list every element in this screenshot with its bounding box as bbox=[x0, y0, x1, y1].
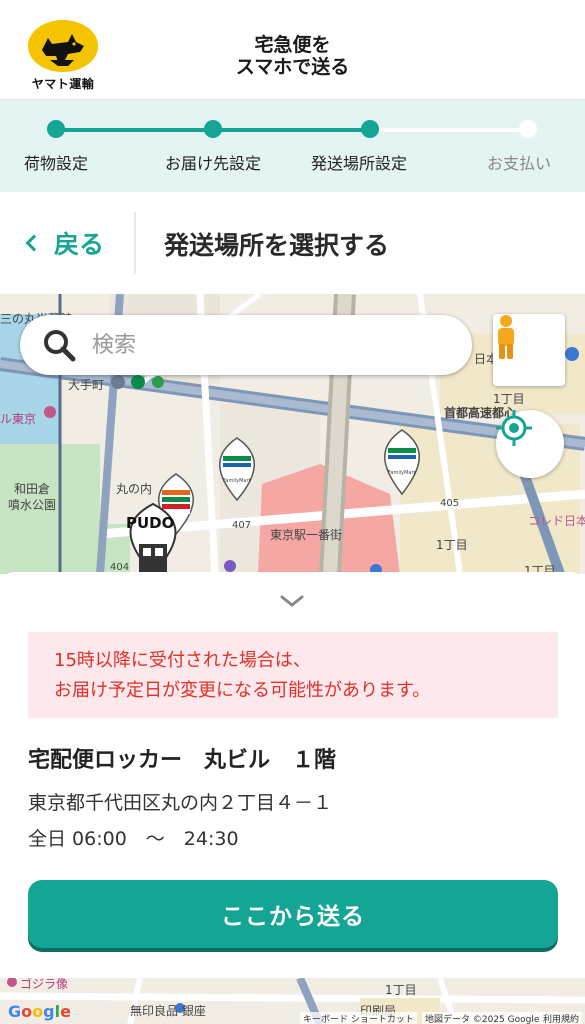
page-title: 発送場所を選択する bbox=[164, 231, 390, 260]
my-location-button[interactable] bbox=[496, 410, 564, 478]
back-button[interactable]: 戻る bbox=[22, 220, 104, 266]
map-label-1chome-a: 1丁目 bbox=[493, 392, 525, 406]
terms-link[interactable]: 利用規約 bbox=[540, 1012, 583, 1024]
search-input[interactable] bbox=[92, 332, 422, 358]
app-header: ヤマト運輸 宅急便を スマホで送る bbox=[0, 0, 585, 100]
title-divider bbox=[134, 212, 136, 274]
map-label-coredo: コレド日本 bbox=[528, 514, 585, 528]
street-view-button[interactable] bbox=[493, 314, 565, 386]
chevron-down-icon[interactable] bbox=[280, 594, 304, 608]
map-label-1chome-lower: 1丁目 bbox=[385, 983, 417, 997]
pudo-pin-label[interactable]: PUDO bbox=[126, 514, 174, 532]
progress-stepper: 荷物設定 お届け先設定 発送場所設定 お支払い bbox=[0, 100, 585, 192]
map-label-marunouchi-tokyo: ル東京 bbox=[0, 412, 37, 426]
step-label-4: お支払い bbox=[487, 154, 552, 173]
familymart-pin-label-2[interactable]: FamilyMart bbox=[388, 470, 415, 476]
back-button-label: 戻る bbox=[54, 230, 105, 259]
step-label-2: お届け先設定 bbox=[165, 154, 262, 173]
map-label-godzilla: ゴジラ像 bbox=[20, 978, 69, 991]
map-view[interactable]: 三の丸尚蔵館 大手町 ル東京 和田倉 噴水公園 丸の内 東京駅一番街 首都高速都… bbox=[0, 294, 585, 574]
map-search-bar[interactable] bbox=[20, 315, 472, 375]
step-dot-2 bbox=[204, 120, 222, 138]
step-label-1: 荷物設定 bbox=[24, 154, 89, 173]
step-label-3: 発送場所設定 bbox=[311, 154, 408, 173]
map-label-tokyo-station: 東京駅一番街 bbox=[270, 528, 343, 542]
location-detail-sheet: 15時以降に受付された場合は、 お届け予定日が変更になる可能性があります。 宅配… bbox=[0, 572, 585, 978]
map-label-wadakura: 和田倉 bbox=[14, 482, 51, 496]
app-title-line1: 宅急便を bbox=[254, 34, 331, 56]
map-view-lower[interactable]: ゴジラ像 無印良品 銀座 1丁目 印刷局 Google キーボード ショートカッ… bbox=[0, 978, 585, 1024]
location-address: 東京都千代田区丸の内２丁目４－１ bbox=[28, 792, 333, 814]
chevron-left-icon bbox=[25, 234, 43, 252]
keyboard-shortcuts-link[interactable]: キーボード ショートカット bbox=[300, 1012, 417, 1024]
map-label-muji: 無印良品 銀座 bbox=[130, 1004, 206, 1018]
send-from-here-button[interactable]: ここから送る bbox=[28, 880, 558, 948]
step-dot-4 bbox=[519, 120, 537, 138]
location-hours: 全日 06:00 ～ 24:30 bbox=[28, 828, 239, 850]
stepper-line-todo bbox=[370, 128, 528, 132]
app-title-line2: スマホで送る bbox=[235, 56, 350, 78]
map-label-fountain-park: 噴水公園 bbox=[8, 498, 57, 512]
cutoff-notice: 15時以降に受付された場合は、 お届け予定日が変更になる可能性があります。 bbox=[28, 632, 558, 718]
title-bar: 戻る 発送場所を選択する bbox=[0, 192, 585, 294]
map-label-road-407: 407 bbox=[232, 520, 252, 531]
step-dot-1 bbox=[47, 120, 65, 138]
familymart-pin-label-1[interactable]: FamilyMart bbox=[223, 478, 250, 484]
map-label-1chome-b: 1丁目 bbox=[436, 538, 468, 552]
notice-line-1: 15時以降に受付された場合は、 bbox=[54, 650, 311, 671]
location-name: 宅配便ロッカー 丸ビル １階 bbox=[28, 748, 337, 773]
map-data-attribution: 地図データ ©2025 Google bbox=[422, 1012, 543, 1024]
map-label-marunouchi: 丸の内 bbox=[116, 482, 153, 496]
notice-line-2: お届け予定日が変更になる可能性があります。 bbox=[54, 680, 431, 701]
step-dot-3 bbox=[361, 120, 379, 138]
map-label-road-405: 405 bbox=[440, 498, 460, 509]
map-label-otemachi: 大手町 bbox=[68, 378, 105, 392]
search-icon bbox=[42, 328, 76, 362]
google-logo: Google bbox=[8, 1002, 71, 1021]
app-title: 宅急便を スマホで送る bbox=[0, 34, 585, 78]
